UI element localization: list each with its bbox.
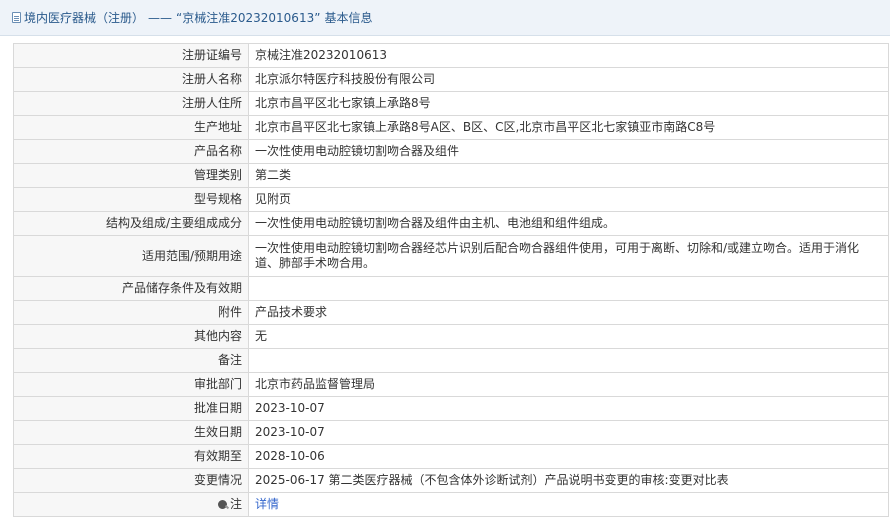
table-row: 生产地址 北京市昌平区北七家镇上承路8号A区、B区、C区,北京市昌平区北七家镇亚… [13,115,889,140]
field-label: 结构及组成/主要组成成分 [13,211,249,236]
table-row: 备注 [13,348,889,373]
field-value: 第二类 [248,163,889,188]
table-row: 审批部门 北京市药品监督管理局 [13,372,889,397]
table-row: 有效期至 2028-10-06 [13,444,889,469]
field-label: 生效日期 [13,420,249,445]
table-row: 生效日期 2023-10-07 [13,420,889,445]
note-label: 注 [229,497,242,511]
field-value: 无 [248,324,889,349]
field-value: 北京市昌平区北七家镇上承路8号 [248,91,889,116]
field-value: 见附页 [248,187,889,212]
note-label-cell: 注 [13,492,249,517]
field-value [248,348,889,373]
field-label: 管理类别 [13,163,249,188]
table-row: 注册人名称 北京派尔特医疗科技股份有限公司 [13,67,889,92]
field-label: 有效期至 [13,444,249,469]
document-icon [12,12,21,23]
breadcrumb-separator: —— [148,10,173,25]
field-value: 2028-10-06 [248,444,889,469]
field-label: 批准日期 [13,396,249,421]
field-label: 附件 [13,300,249,325]
table-row: 适用范围/预期用途 一次性使用电动腔镜切割吻合器经芯片识别后配合吻合器组件使用，… [13,235,889,277]
field-label: 审批部门 [13,372,249,397]
table-row-note: 注 详情 [13,492,889,517]
field-value: 一次性使用电动腔镜切割吻合器及组件由主机、电池组和组件组成。 [248,211,889,236]
field-value: 产品技术要求 [248,300,889,325]
table-row: 产品储存条件及有效期 [13,276,889,301]
field-value: 北京派尔特医疗科技股份有限公司 [248,67,889,92]
field-value [248,276,889,301]
field-label: 注册人名称 [13,67,249,92]
field-label: 适用范围/预期用途 [13,235,249,277]
field-value: 北京市昌平区北七家镇上承路8号A区、B区、C区,北京市昌平区北七家镇亚市南路C8… [248,115,889,140]
field-label: 变更情况 [13,468,249,493]
field-value: 京械注准20232010613 [248,43,889,68]
field-label: 产品储存条件及有效期 [13,276,249,301]
table-row: 注册人住所 北京市昌平区北七家镇上承路8号 [13,91,889,116]
breadcrumb-suffix: 基本信息 [324,11,373,25]
device-info-table: 注册证编号 京械注准20232010613 注册人名称 北京派尔特医疗科技股份有… [13,43,889,517]
field-label: 生产地址 [13,115,249,140]
field-label: 注册人住所 [13,91,249,116]
pin-icon [217,500,227,509]
table-row: 批准日期 2023-10-07 [13,396,889,421]
breadcrumb-record-id: “京械注准20232010613” [176,11,321,25]
table-row: 结构及组成/主要组成成分 一次性使用电动腔镜切割吻合器及组件由主机、电池组和组件… [13,211,889,236]
field-label: 其他内容 [13,324,249,349]
field-value: 2025-06-17 第二类医疗器械（不包含体外诊断试剂）产品说明书变更的审核:… [248,468,889,493]
field-value: 北京市药品监督管理局 [248,372,889,397]
table-row: 型号规格 见附页 [13,187,889,212]
table-row: 管理类别 第二类 [13,163,889,188]
field-value: 2023-10-07 [248,396,889,421]
table-row: 其他内容 无 [13,324,889,349]
field-value: 一次性使用电动腔镜切割吻合器经芯片识别后配合吻合器组件使用，可用于离断、切除和/… [248,235,889,277]
table-row: 注册证编号 京械注准20232010613 [13,43,889,68]
field-value: 2023-10-07 [248,420,889,445]
details-link[interactable]: 详情 [255,497,279,511]
field-label: 备注 [13,348,249,373]
field-label: 型号规格 [13,187,249,212]
field-value: 一次性使用电动腔镜切割吻合器及组件 [248,139,889,164]
note-value-cell: 详情 [248,492,889,517]
table-row: 产品名称 一次性使用电动腔镜切割吻合器及组件 [13,139,889,164]
table-row: 附件 产品技术要求 [13,300,889,325]
page-breadcrumb: 境内医疗器械（注册） —— “京械注准20232010613” 基本信息 [0,0,890,36]
breadcrumb-category-link[interactable]: 境内医疗器械（注册） [24,9,144,26]
table-row: 变更情况 2025-06-17 第二类医疗器械（不包含体外诊断试剂）产品说明书变… [13,468,889,493]
field-label: 产品名称 [13,139,249,164]
field-label: 注册证编号 [13,43,249,68]
